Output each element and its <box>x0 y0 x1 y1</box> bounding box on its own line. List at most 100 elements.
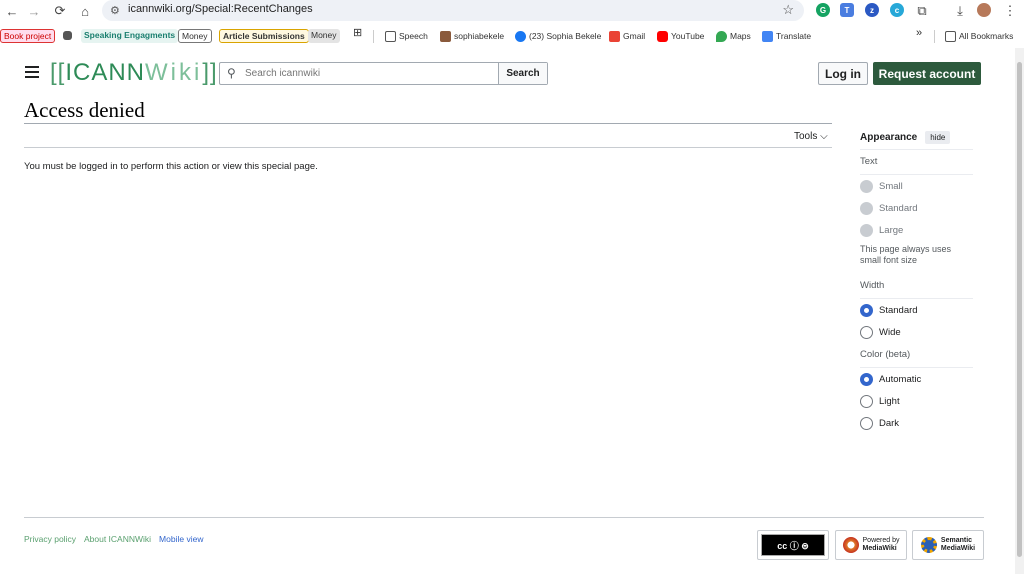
semantic-label: Semantic <box>940 537 973 544</box>
bookmark-book-project[interactable]: Book project <box>0 29 56 43</box>
option-label: Wide <box>879 326 901 338</box>
radio-unselected[interactable] <box>860 394 873 408</box>
bookmark-sophiabekele[interactable]: sophiabekele <box>437 29 507 43</box>
bookmark-star-icon[interactable]: ☆ <box>782 2 794 18</box>
extensions-puzzle-icon[interactable]: ⧉ <box>912 1 932 21</box>
cc-by-sa-icon: cc ⓘ ⊜ <box>761 534 825 556</box>
bookmark-facebook[interactable]: (23) Sophia Bekele <box>512 29 604 43</box>
browser-menu-icon[interactable]: ⋮ <box>1000 1 1020 21</box>
browser-toolbar: ← → ⟳ ⌂ ⚙ icannwiki.org/Special:RecentCh… <box>0 0 1024 22</box>
radio-unselected[interactable] <box>860 416 873 430</box>
option-label: Dark <box>879 417 900 429</box>
folder-icon <box>945 30 956 42</box>
translate-extension-icon[interactable]: T <box>840 3 854 17</box>
logo-bracket-close: ]] <box>202 59 218 86</box>
bookmark-separator <box>934 30 935 43</box>
mobile-view-link[interactable]: Mobile view <box>159 534 203 544</box>
bookmark-folder-icon[interactable] <box>63 31 72 40</box>
radio-selected[interactable] <box>860 372 873 386</box>
width-option-standard[interactable]: Standard <box>860 299 973 321</box>
text-option-standard: Standard <box>860 197 973 219</box>
back-icon[interactable]: ← <box>2 1 22 21</box>
request-account-button[interactable]: Request account <box>873 62 981 85</box>
grammarly-extension-icon[interactable]: G <box>816 3 830 17</box>
forward-icon[interactable]: → <box>24 1 44 21</box>
main-menu-icon[interactable] <box>25 66 39 80</box>
semantic-mediawiki-icon <box>920 537 937 553</box>
color-option-automatic[interactable]: Automatic <box>860 368 973 390</box>
about-link[interactable]: About ICANNWiki <box>84 534 151 544</box>
bookmark-gmail[interactable]: Gmail <box>606 29 648 43</box>
facebook-icon <box>515 30 526 42</box>
url-text[interactable]: icannwiki.org/Special:RecentChanges <box>128 3 313 15</box>
apps-grid-icon[interactable]: ⊞ <box>350 27 365 41</box>
home-icon[interactable]: ⌂ <box>75 1 95 21</box>
option-label: Standard <box>879 304 918 316</box>
maps-pin-icon <box>716 30 727 42</box>
bookmark-article[interactable]: Article Submissions <box>219 29 309 43</box>
bookmark-maps[interactable]: Maps <box>713 29 754 43</box>
logo-bracket-open: [[ <box>50 59 66 86</box>
profile-photo-icon <box>440 30 451 42</box>
option-label: Automatic <box>879 373 922 385</box>
search-input[interactable] <box>245 63 500 84</box>
bookmark-speech[interactable]: Speech <box>382 29 431 43</box>
all-bookmarks[interactable]: All Bookmarks <box>942 29 1016 43</box>
logo-icann: ICANN <box>65 59 146 86</box>
option-label: Standard <box>879 202 918 214</box>
bookmark-label: sophiabekele <box>454 31 505 41</box>
bookmark-money-2[interactable]: Money <box>308 29 340 43</box>
radio-disabled <box>860 201 873 215</box>
folder-icon <box>385 30 396 42</box>
search-icon: ⚲ <box>227 66 236 80</box>
radio-selected[interactable] <box>860 303 873 317</box>
page-scrollbar[interactable] <box>1015 48 1024 574</box>
profile-avatar[interactable] <box>977 3 991 17</box>
hide-appearance-button[interactable]: hide <box>925 130 951 144</box>
more-bookmarks-icon[interactable]: » <box>913 27 925 41</box>
radio-unselected[interactable] <box>860 325 873 339</box>
bookmark-youtube[interactable]: YouTube <box>654 29 707 43</box>
bookmark-translate[interactable]: Translate <box>759 29 814 43</box>
cc-license-badge[interactable]: cc ⓘ ⊜ <box>757 530 829 560</box>
mediawiki-sunflower-icon <box>842 537 859 553</box>
option-label: Small <box>879 180 903 192</box>
radio-disabled <box>860 223 873 237</box>
color-option-dark[interactable]: Dark <box>860 412 973 434</box>
footer-links: Privacy policy About ICANNWiki Mobile vi… <box>24 534 203 544</box>
text-section-label: Text <box>860 155 878 167</box>
color-option-light[interactable]: Light <box>860 390 973 412</box>
reload-icon[interactable]: ⟳ <box>50 1 70 21</box>
site-logo[interactable]: [[ICANNWiki]] <box>50 59 218 89</box>
option-label: Light <box>879 395 900 407</box>
bookmark-label: (23) Sophia Bekele <box>529 31 602 41</box>
semantic-badge-text: Semantic MediaWiki <box>941 537 975 553</box>
youtube-icon <box>657 30 668 42</box>
bookmark-speaking[interactable]: Speaking Engagments <box>81 29 179 43</box>
site-info-icon[interactable]: ⚙ <box>110 4 120 17</box>
download-icon[interactable]: ⤓ <box>950 1 970 21</box>
chevron-down-icon: ⌵ <box>820 131 828 142</box>
zoom-extension-icon[interactable]: z <box>865 3 879 17</box>
appearance-title: Appearance <box>860 131 918 143</box>
title-divider <box>24 123 832 124</box>
scrollbar-thumb[interactable] <box>1017 62 1022 557</box>
powered-by-mediawiki-badge[interactable]: Powered by MediaWiki <box>835 530 907 560</box>
login-button[interactable]: Log in <box>818 62 868 85</box>
mediawiki-badge-text: Powered by MediaWiki <box>863 537 900 553</box>
tools-label: Tools <box>794 131 818 142</box>
tools-dropdown[interactable]: Tools ⌵ <box>794 131 828 142</box>
bookmark-money-1[interactable]: Money <box>178 29 212 43</box>
bookmark-label: Translate <box>776 31 812 41</box>
width-option-wide[interactable]: Wide <box>860 321 973 343</box>
powered-by-label: Powered by <box>862 537 900 544</box>
appearance-header: Appearance hide <box>860 127 973 147</box>
option-label: Large <box>879 224 904 236</box>
access-denied-message: You must be logged in to perform this ac… <box>24 161 318 172</box>
search-button[interactable]: Search <box>498 63 547 84</box>
semantic-mediawiki-badge[interactable]: Semantic MediaWiki <box>912 530 984 560</box>
address-bar[interactable]: ⚙ icannwiki.org/Special:RecentChanges ☆ <box>102 0 804 21</box>
footer-divider <box>24 517 984 518</box>
privacy-policy-link[interactable]: Privacy policy <box>24 534 76 544</box>
extension-c-icon[interactable]: c <box>890 3 904 17</box>
